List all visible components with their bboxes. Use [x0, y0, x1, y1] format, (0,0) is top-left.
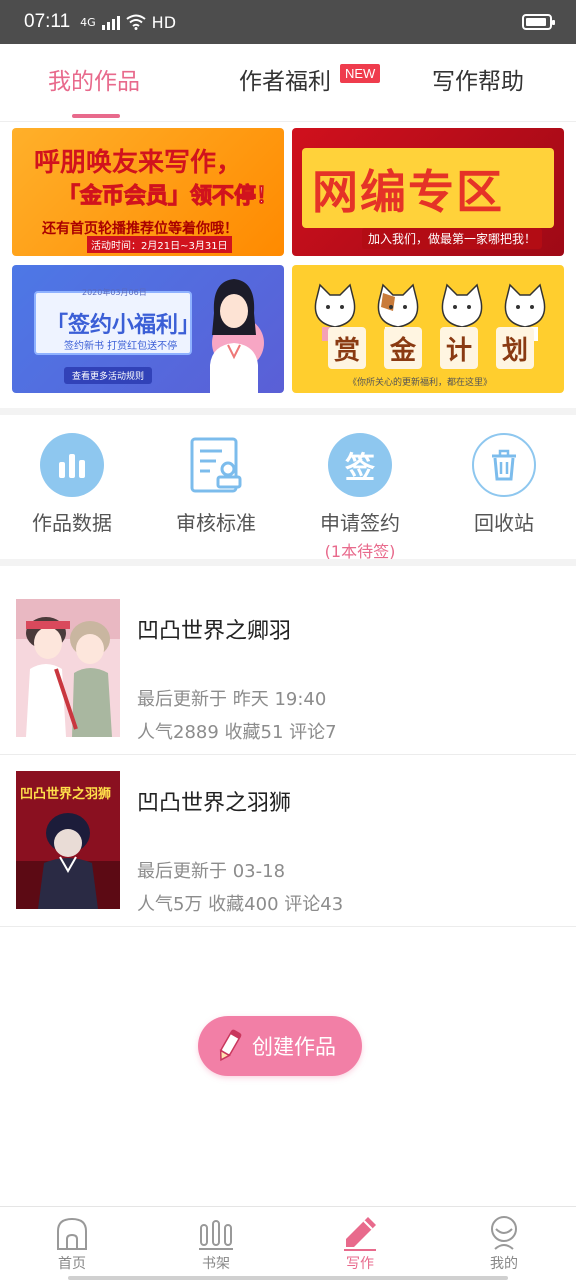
work-title: 凹凸世界之卿羽: [137, 619, 292, 644]
banner-invite-sub: 还有首页轮播推荐位等着你哦！: [42, 221, 238, 237]
bounty-char: 赏: [328, 327, 366, 369]
pen-icon: [344, 1217, 376, 1251]
signal-icon: [101, 14, 120, 30]
girl-illustration: [210, 279, 264, 393]
banner-sign-benefits[interactable]: 2020年03月06日 「签约小福利」 签约新书 打赏红包送不停 查看更多活动规…: [12, 265, 284, 393]
quick-actions: 作品数据 审核标准 签 申请签约 (1本待签) 回收站: [0, 417, 576, 562]
bookshelf-icon: [199, 1220, 233, 1250]
sign-icon: 签: [328, 433, 392, 497]
banner-bounty-plan[interactable]: 赏 金 计 划 《你所关心的更新福利，都在这里》: [292, 265, 564, 393]
tab-writing-help[interactable]: 写作帮助: [432, 62, 524, 96]
banner-editor-zone[interactable]: 网编专区 加入我们，做最第一家哪把我！: [292, 128, 564, 256]
section-divider: [0, 408, 576, 415]
profile-icon: [491, 1216, 517, 1250]
nav-label: 写作: [346, 1256, 374, 1272]
nav-label: 书架: [202, 1256, 230, 1272]
tab-my-works[interactable]: 我的作品: [48, 62, 140, 96]
document-stamp-icon: [184, 433, 248, 497]
trash-icon: [472, 433, 536, 497]
create-work-label: 创建作品: [252, 1035, 336, 1059]
sign-icon-text: 签: [345, 451, 375, 486]
battery-icon: [522, 14, 555, 30]
top-tabs: 我的作品 作者福利 NEW 写作帮助: [0, 44, 576, 122]
hd-indicator: HD: [151, 12, 177, 32]
action-label: 审核标准: [176, 511, 256, 535]
action-apply-contract[interactable]: 签 申请签约 (1本待签): [288, 433, 432, 562]
banner-sign-sub: 签约新书 打赏红包送不停: [64, 341, 178, 352]
status-time: 07:11: [24, 11, 71, 32]
work-updated: 最后更新于 03-18: [137, 861, 286, 882]
action-work-data[interactable]: 作品数据: [0, 433, 144, 536]
bottom-nav: 首页 书架 写作 我的: [0, 1206, 576, 1280]
nav-bookshelf[interactable]: 书架: [144, 1213, 288, 1273]
section-divider: [0, 559, 576, 566]
banner-invite-mid: 「金币会员」领不停！: [57, 184, 279, 210]
pencil-icon: [219, 1029, 242, 1062]
action-label: 申请签约: [320, 511, 400, 535]
work-stats: 人气2889 收藏51 评论7: [137, 722, 337, 743]
list-item[interactable]: 凹凸世界之卿羽 最后更新于 昨天 19:40 人气2889 收藏51 评论7: [0, 583, 576, 755]
work-stats: 人气5万 收藏400 评论43: [137, 894, 344, 915]
bounty-char: 计: [440, 327, 478, 369]
banner-sign-head: 「签约小福利」: [46, 313, 201, 338]
work-title: 凹凸世界之羽狮: [137, 791, 292, 816]
banner-editor-sub: 加入我们，做最第一家哪把我！: [362, 228, 543, 249]
status-bar: 07:11 4G HD: [0, 0, 576, 44]
banner-sign-rules-button: 查看更多活动规则: [64, 367, 153, 384]
wifi-icon: [126, 14, 146, 30]
nav-profile[interactable]: 我的: [432, 1213, 576, 1273]
new-badge: NEW: [340, 64, 381, 83]
bounty-char: 金: [384, 327, 422, 369]
create-work-button[interactable]: 创建作品: [198, 1016, 362, 1076]
nav-write[interactable]: 写作: [288, 1213, 432, 1273]
home-indicator[interactable]: [68, 1276, 508, 1280]
work-updated: 最后更新于 昨天 19:40: [137, 689, 327, 710]
nav-label: 首页: [58, 1256, 86, 1272]
banner-bounty-head: 赏 金 计 划: [328, 327, 534, 369]
nav-label: 我的: [490, 1256, 518, 1272]
banner-sign-date: 2020年03月06日: [82, 288, 147, 297]
network-indicator: 4G HD: [80, 13, 176, 32]
banner-invite-date: 活动时间：2月21日~3月31日: [87, 236, 232, 253]
tab-author-benefits[interactable]: 作者福利: [239, 62, 331, 96]
banner-invite-head: 呼朋唤友来写作，: [34, 148, 243, 178]
banner-grid: 呼朋唤友来写作， 「金币会员」领不停！ 还有首页轮播推荐位等着你哦！ 活动时间：…: [12, 128, 564, 394]
banner-invite-friends[interactable]: 呼朋唤友来写作， 「金币会员」领不停！ 还有首页轮播推荐位等着你哦！ 活动时间：…: [12, 128, 284, 256]
bar-chart-icon: [40, 433, 104, 497]
home-icon: [57, 1217, 87, 1250]
banner-editor-head: 网编专区: [312, 165, 504, 219]
book-cover: [16, 599, 120, 737]
action-review-standards[interactable]: 审核标准: [144, 433, 288, 536]
active-tab-indicator: [72, 114, 120, 118]
action-label: 回收站: [474, 511, 534, 535]
network-type: 4G: [80, 15, 96, 29]
action-label: 作品数据: [32, 511, 112, 535]
list-item[interactable]: 凹凸世界之羽狮 凹凸世界之羽狮 最后更新于 03-18 人气5万 收藏400 评…: [0, 755, 576, 927]
cover-title: 凹凸世界之羽狮: [20, 787, 112, 802]
nav-home[interactable]: 首页: [0, 1213, 144, 1273]
book-cover: 凹凸世界之羽狮: [16, 771, 120, 909]
bounty-char: 划: [496, 327, 534, 369]
action-recycle-bin[interactable]: 回收站: [432, 433, 576, 536]
banner-bounty-sub: 《你所关心的更新福利，都在这里》: [348, 378, 493, 388]
